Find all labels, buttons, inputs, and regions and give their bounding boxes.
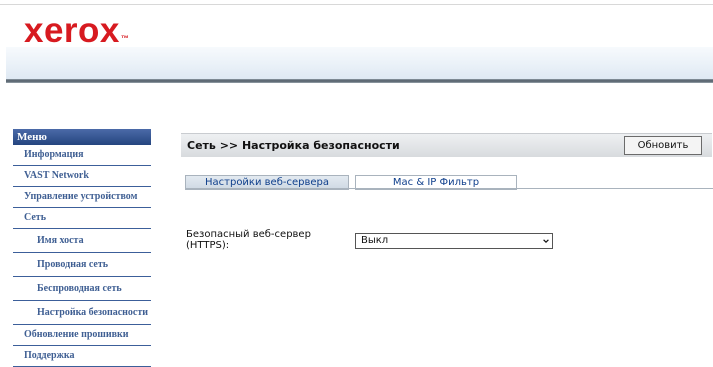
sidebar-item-security-settings[interactable]: Настройка безопасности [13,301,151,325]
content-header: Сеть >> Настройка безопасности Обновить [181,133,712,157]
https-label-line2: (HTTPS): [186,240,230,251]
sidebar-item-hostname[interactable]: Имя хоста [13,229,151,253]
https-label: Безопасный веб-сервер (HTTPS): [186,229,346,251]
https-select[interactable]: Выкл [355,233,553,249]
https-select-value: Выкл [361,235,389,246]
sidebar-item-network[interactable]: Сеть [13,208,151,229]
sidebar-item-vast-network[interactable]: VAST Network [13,166,151,187]
page-title: Сеть >> Настройка безопасности [187,139,400,152]
tab-underline [185,188,713,189]
menu-header: Меню [13,129,151,145]
sidebar-item-support[interactable]: Поддержка [13,346,151,367]
trademark-mark: ™ [120,34,130,43]
sidebar-item-wireless-network[interactable]: Беспроводная сеть [13,277,151,301]
sidebar-item-firmware-update[interactable]: Обновление прошивки [13,325,151,346]
chevron-down-icon [543,239,549,244]
sidebar-item-info[interactable]: Информация [13,145,151,166]
https-label-line1: Безопасный веб-сервер [186,229,311,240]
logo-text: xerox [24,11,120,50]
top-rule [0,4,713,5]
header-banner [6,47,713,79]
sidebar-item-wired-network[interactable]: Проводная сеть [13,253,151,277]
sidebar-item-device-management[interactable]: Управление устройством [13,187,151,208]
header-divider [6,79,713,83]
tab-bar: Настройки веб-сервера Mac & IP Фильтр [185,175,713,190]
sidebar-menu: Меню Информация VAST Network Управление … [13,129,151,367]
refresh-button[interactable]: Обновить [624,136,702,155]
